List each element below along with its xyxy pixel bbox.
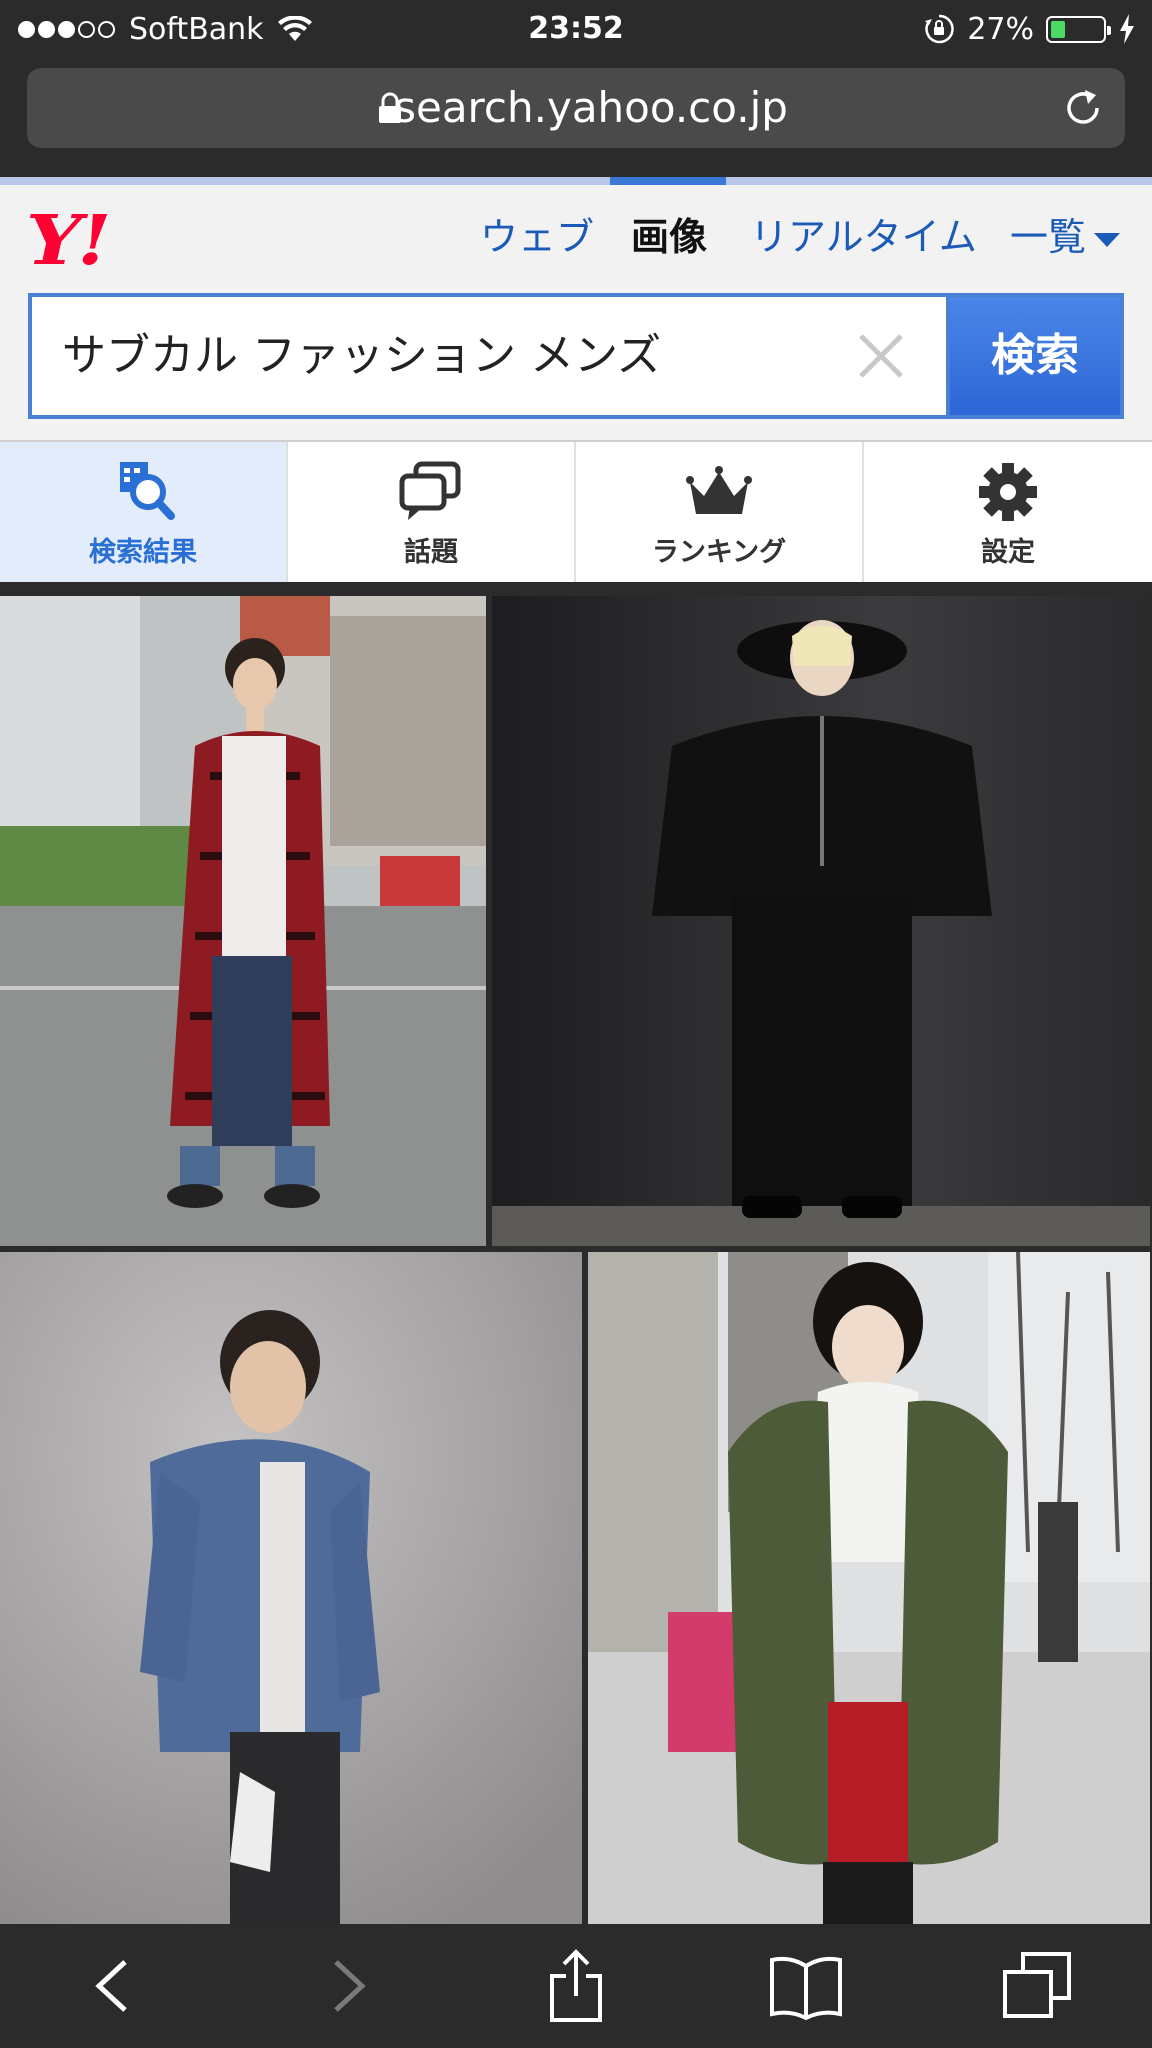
battery-percent: 27% xyxy=(967,11,1034,47)
status-right: 27% xyxy=(923,8,1136,50)
url-text: search.yahoo.co.jp xyxy=(394,83,788,132)
crown-icon xyxy=(686,466,752,514)
share-icon xyxy=(549,1949,602,2022)
yahoo-logo[interactable]: Y! xyxy=(26,201,112,281)
photo-green-parka xyxy=(588,1252,1150,1924)
result-image-1[interactable] xyxy=(0,596,486,1246)
nav-web[interactable]: ウェブ xyxy=(480,207,594,267)
nav-realtime[interactable]: リアルタイム xyxy=(750,207,977,267)
search-results-icon xyxy=(120,462,175,520)
nav-images[interactable]: 画像 xyxy=(631,207,707,267)
chevron-down-icon xyxy=(1094,232,1121,247)
bookmarks-icon xyxy=(770,1956,843,2021)
tabs-button[interactable] xyxy=(992,1941,1082,2031)
page-progress-strip xyxy=(0,177,1152,185)
clear-icon[interactable] xyxy=(856,331,906,381)
back-button[interactable] xyxy=(70,1941,160,2031)
tab-settings[interactable]: 設定 xyxy=(864,442,1152,582)
tab-label: ランキング xyxy=(651,537,787,568)
tab-ranking[interactable]: ランキング xyxy=(576,442,864,582)
battery-icon xyxy=(1046,15,1111,43)
result-image-3[interactable] xyxy=(0,1252,582,1924)
photo-red-plaid-coat xyxy=(0,596,486,1246)
forward-icon xyxy=(333,1960,366,2012)
photo-blue-jacket xyxy=(0,1252,582,1924)
nav-list[interactable]: 一覧 xyxy=(1010,207,1121,267)
image-results-grid xyxy=(0,582,1152,1924)
gear-icon xyxy=(979,463,1037,521)
yahoo-header: Y! ウェブ 画像 リアルタイム 一覧 サブカル ファッション メンズ 検索 xyxy=(0,185,1152,440)
search-button[interactable]: 検索 xyxy=(946,293,1124,419)
status-bar: SoftBank 23:52 27% xyxy=(0,0,1152,58)
rotation-lock-icon xyxy=(925,14,955,44)
tab-topics[interactable]: 話題 xyxy=(288,442,576,582)
forward-button[interactable] xyxy=(301,1941,391,2031)
browser-toolbar xyxy=(0,1924,1152,2048)
tab-label: 話題 xyxy=(404,537,458,568)
speech-bubbles-icon xyxy=(399,461,461,520)
reload-icon[interactable] xyxy=(1061,86,1105,130)
search-input[interactable]: サブカル ファッション メンズ xyxy=(28,293,946,419)
result-image-2[interactable] xyxy=(492,596,1150,1246)
address-bar-container: search.yahoo.co.jp xyxy=(0,58,1152,178)
charging-bolt-icon xyxy=(1120,14,1134,44)
battery-level xyxy=(1051,20,1065,38)
back-icon xyxy=(95,1960,127,2012)
search-query: サブカル ファッション メンズ xyxy=(62,330,662,381)
bookmarks-button[interactable] xyxy=(761,1941,851,2031)
address-bar[interactable]: search.yahoo.co.jp xyxy=(27,68,1125,148)
tab-label: 検索結果 xyxy=(89,537,197,568)
photo-black-poncho-hat xyxy=(492,596,1150,1246)
nav-list-label: 一覧 xyxy=(1010,215,1087,259)
result-tabs: 検索結果 話題 ランキング 設定 xyxy=(0,440,1152,582)
tabs-icon xyxy=(1002,1952,1071,2018)
tab-search-results[interactable]: 検索結果 xyxy=(0,442,288,582)
result-image-4[interactable] xyxy=(588,1252,1150,1924)
tab-label: 設定 xyxy=(981,537,1035,568)
share-button[interactable] xyxy=(531,1941,621,2031)
